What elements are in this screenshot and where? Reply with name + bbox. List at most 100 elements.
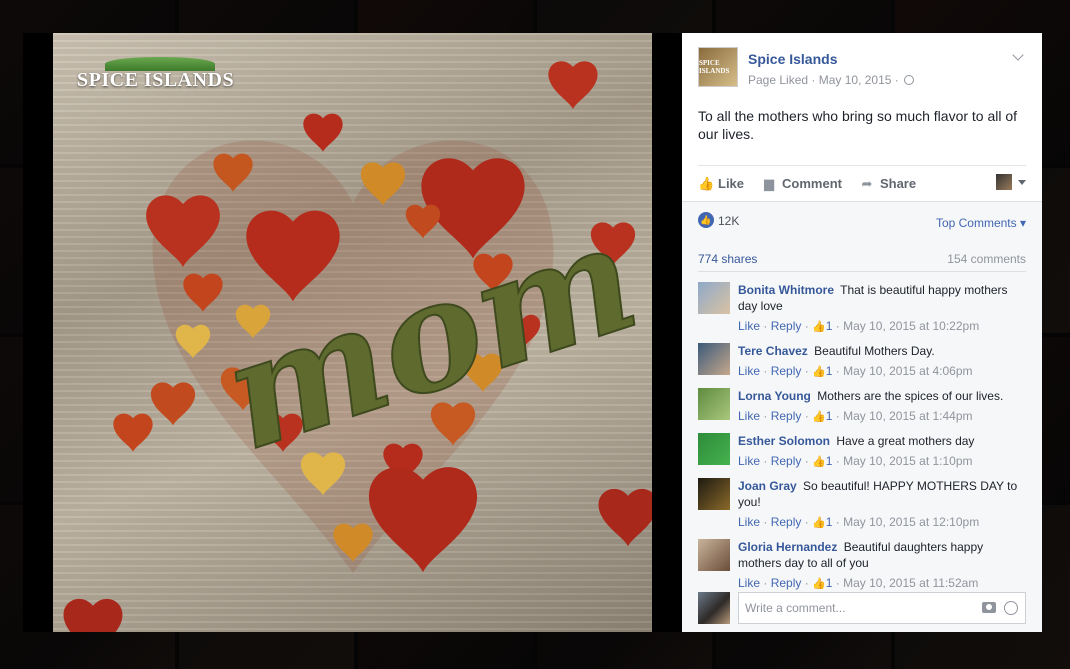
thumbs-up-icon: 👍 [812, 366, 826, 378]
commenter-name[interactable]: Gloria Hernandez [738, 540, 837, 554]
like-button[interactable]: 👍 Like [698, 176, 744, 191]
comment-body: Lorna Young Mothers are the spices of ou… [738, 388, 1028, 404]
comment-like-link[interactable]: Like [738, 515, 760, 529]
separator: · [760, 409, 771, 423]
post-header: SPICE ISLANDS Spice Islands Page Liked ·… [698, 47, 1026, 91]
comment-body: Joan Gray So beautiful! HAPPY MOTHERS DA… [738, 478, 1028, 510]
like-label: Like [718, 176, 745, 191]
thumbs-up-icon: 👍 [812, 456, 826, 468]
chevron-down-icon[interactable] [1012, 49, 1024, 61]
comment-reply-link[interactable]: Reply [771, 515, 802, 529]
thumbs-up-icon: 👍 [698, 175, 715, 191]
photo-viewer[interactable]: mom SPICE ISLANDS [23, 33, 682, 632]
separator: · [832, 454, 844, 468]
reactions-row: 👍 12K Top Comments ▾ [698, 212, 1026, 232]
separator: · [760, 454, 771, 468]
viewer-avatar [996, 174, 1012, 190]
commenter-avatar[interactable] [698, 343, 730, 375]
commenter-name[interactable]: Joan Gray [738, 479, 797, 493]
comment-item: Esther Solomon Have a great mothers day … [698, 433, 1028, 470]
thumbs-up-icon: 👍 [812, 578, 826, 590]
comment-timestamp[interactable]: May 10, 2015 at 4:06pm [843, 364, 972, 378]
comment-button[interactable]: ▆ Comment [762, 176, 842, 191]
separator: · [801, 576, 813, 590]
comment-count: 154 comments [947, 252, 1026, 266]
comment-item: Gloria Hernandez Beautiful daughters hap… [698, 539, 1028, 592]
comment-reply-link[interactable]: Reply [771, 454, 802, 468]
comment-item: Joan Gray So beautiful! HAPPY MOTHERS DA… [698, 478, 1028, 531]
post-meta: Page Liked · May 10, 2015 · [748, 73, 915, 87]
separator: · [801, 409, 813, 423]
smiley-icon[interactable] [1004, 601, 1018, 615]
comment-reply-link[interactable]: Reply [771, 319, 802, 333]
separator: · [801, 319, 813, 333]
comment-timestamp[interactable]: May 10, 2015 at 11:52am [843, 576, 978, 590]
comment-item: Bonita Whitmore That is beautiful happy … [698, 282, 1028, 335]
spice-islands-logo: SPICE ISLANDS [77, 57, 234, 92]
commenter-avatar[interactable] [698, 539, 730, 571]
separator: · [801, 454, 813, 468]
comment-text: Beautiful Mothers Day. [814, 344, 935, 358]
comment-timestamp[interactable]: May 10, 2015 at 10:22pm [843, 319, 979, 333]
post-photo[interactable]: mom SPICE ISLANDS [53, 33, 652, 632]
globe-icon [904, 75, 915, 85]
viewer-selector[interactable] [996, 174, 1026, 190]
thumbs-up-icon: 👍 [812, 321, 826, 333]
comment-like-link[interactable]: Like [738, 364, 760, 378]
post-side-panel: SPICE ISLANDS Spice Islands Page Liked ·… [682, 33, 1042, 632]
comment-timestamp[interactable]: May 10, 2015 at 1:44pm [843, 409, 972, 423]
separator: · [832, 409, 844, 423]
commenter-avatar[interactable] [698, 282, 730, 314]
separator: · [801, 515, 813, 529]
share-label: Share [879, 176, 917, 191]
page-name-link[interactable]: Spice Islands [748, 51, 837, 67]
separator: · [832, 576, 844, 590]
comment-body: Tere Chavez Beautiful Mothers Day. [738, 343, 1028, 359]
separator: · [760, 319, 771, 333]
spice-heart-illustration: mom [63, 61, 652, 632]
comment-text: Mothers are the spices of our lives. [817, 389, 1004, 403]
comment-composer [698, 592, 1026, 624]
comment-like-link[interactable]: Like [738, 576, 760, 590]
logo-text: SPICE ISLANDS [77, 69, 235, 91]
comment-timestamp[interactable]: May 10, 2015 at 12:10pm [843, 515, 979, 529]
page-avatar[interactable]: SPICE ISLANDS [698, 47, 738, 87]
shares-link[interactable]: 774 shares [698, 252, 757, 266]
commenter-name[interactable]: Lorna Young [738, 389, 811, 403]
commenter-name[interactable]: Tere Chavez [738, 344, 808, 358]
separator: · [760, 515, 771, 529]
share-arrow-icon: ➦ [861, 175, 873, 191]
commenter-name[interactable]: Bonita Whitmore [738, 283, 834, 297]
separator: · [760, 576, 771, 590]
comment-item: Lorna Young Mothers are the spices of ou… [698, 388, 1028, 425]
comment-text: Have a great mothers day [836, 434, 975, 448]
comment-like-link[interactable]: Like [738, 409, 760, 423]
action-bar: 👍 Like ▆ Comment ➦ Share [698, 165, 1026, 201]
separator: · [760, 364, 771, 378]
comment-like-link[interactable]: Like [738, 319, 760, 333]
comment-like-link[interactable]: Like [738, 454, 760, 468]
commenter-avatar[interactable] [698, 388, 730, 420]
separator: · [832, 515, 844, 529]
comment-label: Comment [782, 176, 842, 191]
comment-reply-link[interactable]: Reply [771, 409, 802, 423]
commenter-avatar[interactable] [698, 478, 730, 510]
thumbs-up-icon: 👍 [812, 517, 826, 529]
separator: · [801, 364, 813, 378]
comment-body: Bonita Whitmore That is beautiful happy … [738, 282, 1028, 314]
comment-reply-link[interactable]: Reply [771, 364, 802, 378]
like-count[interactable]: 12K [718, 214, 739, 228]
caret-down-icon [1018, 179, 1026, 185]
camera-icon[interactable] [982, 602, 996, 613]
top-comments-dropdown[interactable]: Top Comments ▾ [936, 216, 1026, 230]
comment-timestamp[interactable]: May 10, 2015 at 1:10pm [843, 454, 972, 468]
commenter-avatar[interactable] [698, 433, 730, 465]
shares-row: 774 shares 154 comments [698, 250, 1026, 272]
comment-reply-link[interactable]: Reply [771, 576, 802, 590]
top-comments-label: Top Comments [935, 216, 1017, 230]
share-button[interactable]: ➦ Share [860, 175, 917, 191]
comment-actions: Like · Reply · 👍1 · May 10, 2015 at 4:06… [738, 363, 1028, 380]
commenter-name[interactable]: Esther Solomon [738, 434, 830, 448]
separator: · [832, 364, 844, 378]
comment-actions: Like · Reply · 👍1 · May 10, 2015 at 12:1… [738, 514, 1028, 531]
